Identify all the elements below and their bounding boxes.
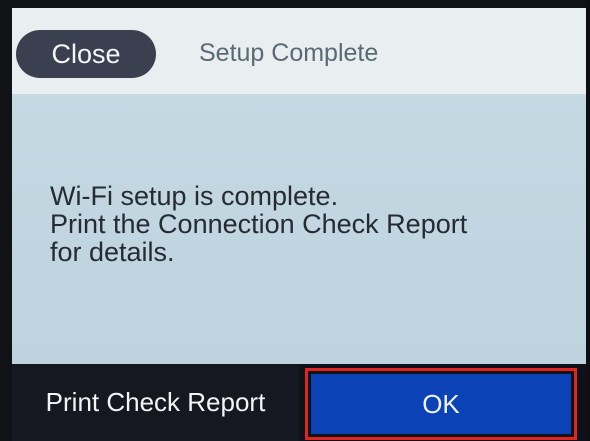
message-line-3: for details. (50, 237, 175, 267)
message-area: Wi-Fi setup is complete. Print the Conne… (12, 94, 586, 364)
message-line-2: Print the Connection Check Report (50, 209, 468, 239)
header-bar: Close Setup Complete (12, 8, 586, 94)
close-button[interactable]: Close (16, 30, 156, 78)
page-title: Setup Complete (199, 39, 379, 67)
footer-bar: Print Check Report OK (12, 364, 586, 441)
printer-screen: Close Setup Complete Wi-Fi setup is comp… (12, 8, 586, 441)
message-line-1: Wi-Fi setup is complete. (50, 181, 339, 211)
setup-message: Wi-Fi setup is complete. Print the Conne… (50, 182, 580, 266)
print-check-report-button[interactable]: Print Check Report (12, 364, 299, 441)
ok-button[interactable]: OK (311, 374, 571, 434)
device-edge (586, 0, 590, 441)
